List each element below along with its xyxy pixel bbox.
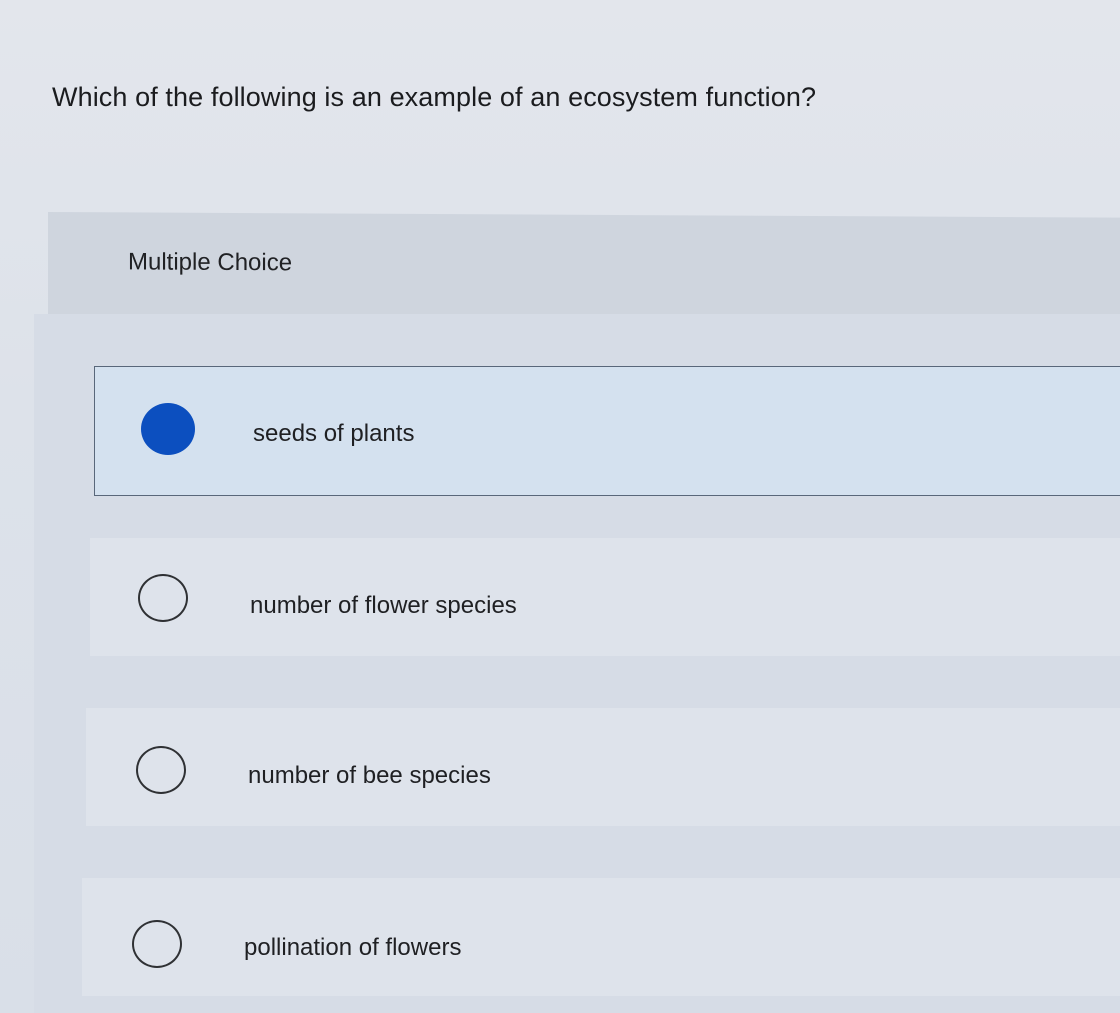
answer-option-label: number of flower species bbox=[250, 592, 517, 619]
radio-unselected-icon[interactable] bbox=[132, 920, 182, 968]
answer-option-seeds-of-plants[interactable]: seeds of plants bbox=[94, 366, 1120, 496]
answer-option-label: seeds of plants bbox=[253, 420, 415, 447]
answer-option-label: number of bee species bbox=[248, 762, 491, 789]
radio-unselected-icon[interactable] bbox=[136, 746, 186, 794]
radio-selected-icon[interactable] bbox=[141, 403, 195, 455]
radio-unselected-icon[interactable] bbox=[138, 574, 188, 622]
question-text: Which of the following is an example of … bbox=[52, 82, 817, 112]
answer-option-number-of-bee-species[interactable]: number of bee species bbox=[86, 708, 1120, 826]
multiple-choice-header: Multiple Choice bbox=[48, 212, 1120, 320]
answer-option-label: pollination of flowers bbox=[244, 934, 462, 961]
answer-option-number-of-flower-species[interactable]: number of flower species bbox=[90, 538, 1120, 656]
answer-option-pollination-of-flowers[interactable]: pollination of flowers bbox=[82, 878, 1120, 996]
multiple-choice-label: Multiple Choice bbox=[128, 248, 293, 277]
